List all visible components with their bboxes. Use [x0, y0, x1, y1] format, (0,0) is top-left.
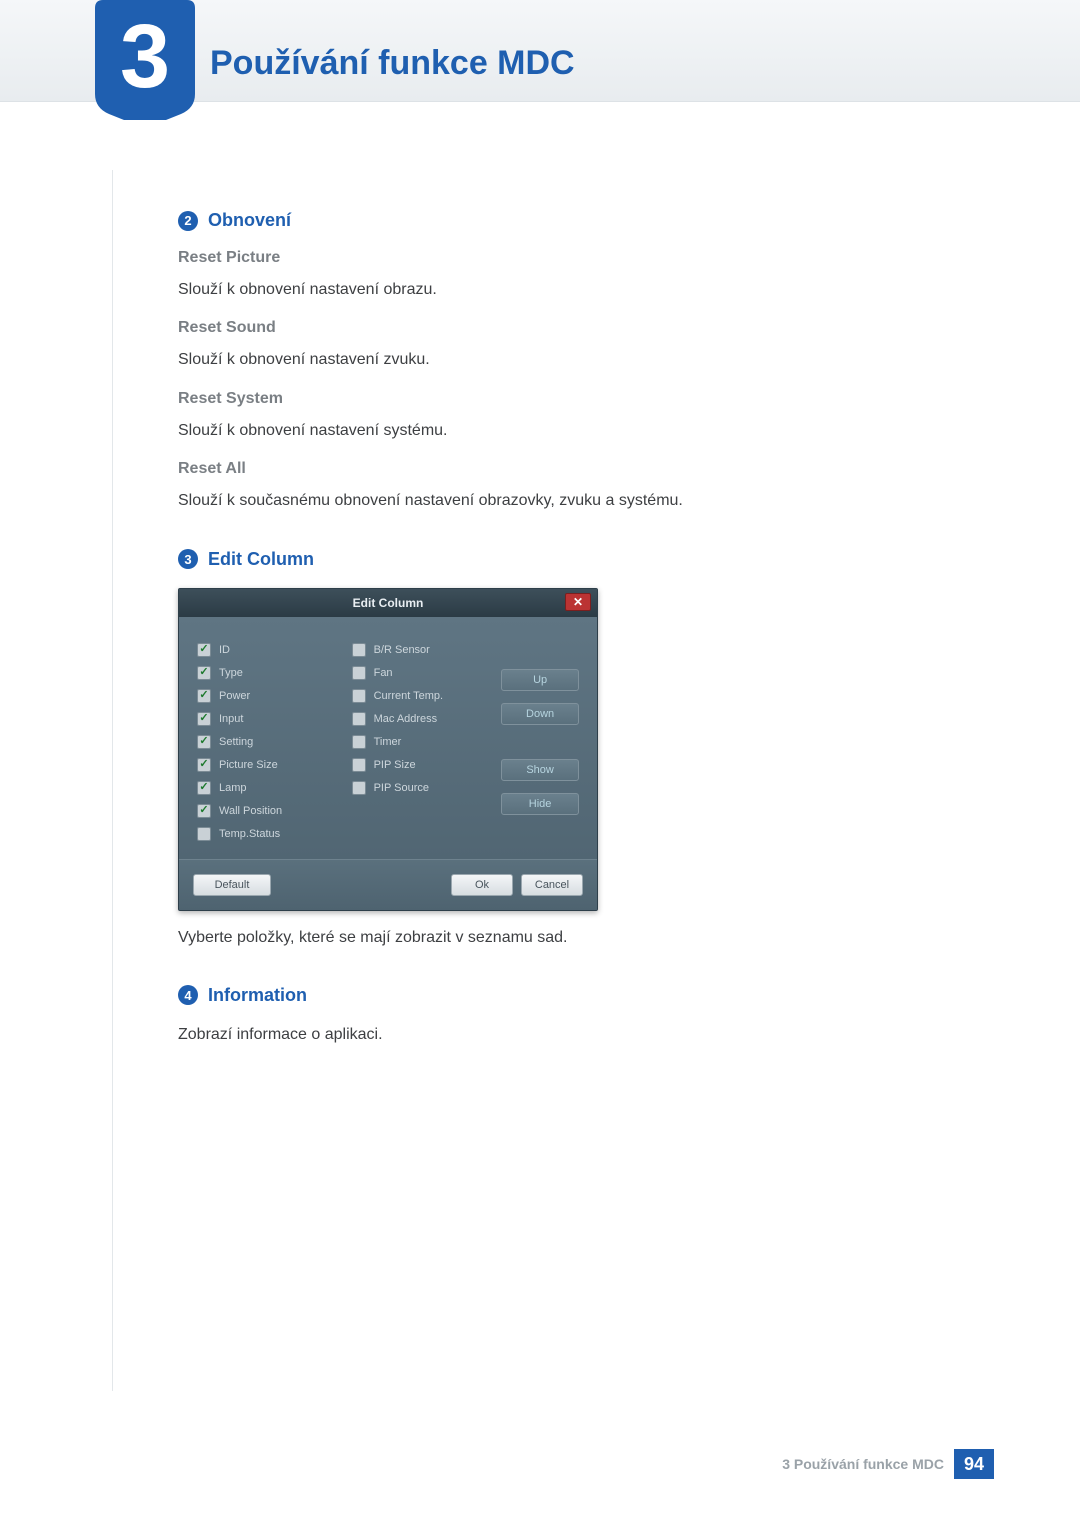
dialog-title-text: Edit Column	[353, 596, 424, 610]
reset-sound-text: Slouží k obnovení nastavení zvuku.	[178, 349, 938, 371]
section-4-title: Information	[208, 985, 307, 1006]
footer-page-number: 94	[954, 1449, 994, 1479]
section-3-header: 3 Edit Column	[178, 549, 938, 570]
information-text: Zobrazí informace o aplikaci.	[178, 1024, 938, 1046]
close-icon: ✕	[573, 595, 583, 609]
reset-picture-text: Slouží k obnovení nastavení obrazu.	[178, 279, 938, 301]
down-button[interactable]: Down	[501, 703, 579, 725]
page-content: 2 Obnovení Reset Picture Slouží k obnove…	[178, 210, 938, 1046]
bullet-number-3: 3	[178, 549, 198, 569]
chk-label: Mac Address	[374, 713, 438, 725]
checkbox-icon	[197, 735, 211, 749]
chk-label: B/R Sensor	[374, 644, 430, 656]
chk-input[interactable]: Input	[197, 712, 342, 726]
ok-button[interactable]: Ok	[451, 874, 513, 896]
chk-setting[interactable]: Setting	[197, 735, 342, 749]
chk-label: Power	[219, 690, 250, 702]
dialog-side-buttons: Up Down Show Hide	[501, 643, 579, 841]
chk-label: Input	[219, 713, 243, 725]
checkbox-icon	[352, 735, 366, 749]
chk-label: Setting	[219, 736, 253, 748]
checkbox-icon	[197, 712, 211, 726]
checkbox-icon	[197, 666, 211, 680]
chk-label: Lamp	[219, 782, 247, 794]
edit-column-dialog: Edit Column ✕ ID Type Power Input Settin…	[178, 588, 598, 911]
chk-label: Type	[219, 667, 243, 679]
chapter-badge: 3	[95, 0, 195, 120]
checkbox-icon	[352, 712, 366, 726]
section-2-title: Obnovení	[208, 210, 291, 231]
chk-current-temp[interactable]: Current Temp.	[352, 689, 492, 703]
dialog-footer: Default Ok Cancel	[179, 859, 597, 910]
page-footer: 3 Používání funkce MDC 94	[0, 1449, 1080, 1479]
reset-sound-heading: Reset Sound	[178, 319, 938, 337]
footer-right-group: Ok Cancel	[451, 874, 583, 896]
chk-type[interactable]: Type	[197, 666, 342, 680]
chk-label: Current Temp.	[374, 690, 444, 702]
chk-power[interactable]: Power	[197, 689, 342, 703]
chk-label: Wall Position	[219, 805, 282, 817]
hide-button[interactable]: Hide	[501, 793, 579, 815]
default-button[interactable]: Default	[193, 874, 271, 896]
footer-text: 3 Používání funkce MDC	[782, 1456, 944, 1472]
chk-pip-size[interactable]: PIP Size	[352, 758, 492, 772]
chk-picture-size[interactable]: Picture Size	[197, 758, 342, 772]
spacer	[501, 737, 579, 747]
chk-label: PIP Size	[374, 759, 416, 771]
checkbox-icon	[197, 781, 211, 795]
edit-column-caption: Vyberte položky, které se mají zobrazit …	[178, 927, 938, 949]
checkbox-icon	[352, 781, 366, 795]
checkbox-column-left: ID Type Power Input Setting Picture Size…	[197, 643, 342, 841]
checkbox-icon	[197, 804, 211, 818]
chk-label: ID	[219, 644, 230, 656]
chk-label: Fan	[374, 667, 393, 679]
left-margin-rule	[112, 170, 113, 1391]
chk-label: Timer	[374, 736, 402, 748]
bullet-number-2: 2	[178, 211, 198, 231]
section-3-title: Edit Column	[208, 549, 314, 570]
chk-br-sensor[interactable]: B/R Sensor	[352, 643, 492, 657]
chapter-number: 3	[120, 12, 170, 102]
chk-temp-status[interactable]: Temp.Status	[197, 827, 342, 841]
chk-pip-source[interactable]: PIP Source	[352, 781, 492, 795]
checkbox-column-right: B/R Sensor Fan Current Temp. Mac Address…	[352, 643, 492, 841]
document-page: 3 Používání funkce MDC 2 Obnovení Reset …	[0, 0, 1080, 1527]
dialog-titlebar: Edit Column ✕	[179, 589, 597, 617]
checkbox-icon	[352, 689, 366, 703]
checkbox-icon	[197, 689, 211, 703]
checkbox-icon	[197, 758, 211, 772]
chk-label: Temp.Status	[219, 828, 280, 840]
up-button[interactable]: Up	[501, 669, 579, 691]
section-4-header: 4 Information	[178, 985, 938, 1006]
chk-wall-position[interactable]: Wall Position	[197, 804, 342, 818]
chk-mac-address[interactable]: Mac Address	[352, 712, 492, 726]
reset-all-text: Slouží k současnému obnovení nastavení o…	[178, 490, 938, 512]
cancel-button[interactable]: Cancel	[521, 874, 583, 896]
checkbox-icon	[197, 643, 211, 657]
checkbox-icon	[352, 758, 366, 772]
edit-column-dialog-figure: Edit Column ✕ ID Type Power Input Settin…	[178, 588, 598, 911]
chk-id[interactable]: ID	[197, 643, 342, 657]
reset-system-text: Slouží k obnovení nastavení systému.	[178, 420, 938, 442]
reset-system-heading: Reset System	[178, 390, 938, 408]
bullet-number-4: 4	[178, 985, 198, 1005]
chk-fan[interactable]: Fan	[352, 666, 492, 680]
chapter-title: Používání funkce MDC	[210, 44, 575, 83]
chk-lamp[interactable]: Lamp	[197, 781, 342, 795]
reset-picture-heading: Reset Picture	[178, 249, 938, 267]
section-2-header: 2 Obnovení	[178, 210, 938, 231]
reset-all-heading: Reset All	[178, 460, 938, 478]
dialog-body: ID Type Power Input Setting Picture Size…	[179, 617, 597, 859]
checkbox-icon	[352, 643, 366, 657]
close-button[interactable]: ✕	[565, 593, 591, 611]
chk-label: PIP Source	[374, 782, 429, 794]
checkbox-icon	[197, 827, 211, 841]
chk-label: Picture Size	[219, 759, 278, 771]
show-button[interactable]: Show	[501, 759, 579, 781]
checkbox-icon	[352, 666, 366, 680]
chk-timer[interactable]: Timer	[352, 735, 492, 749]
